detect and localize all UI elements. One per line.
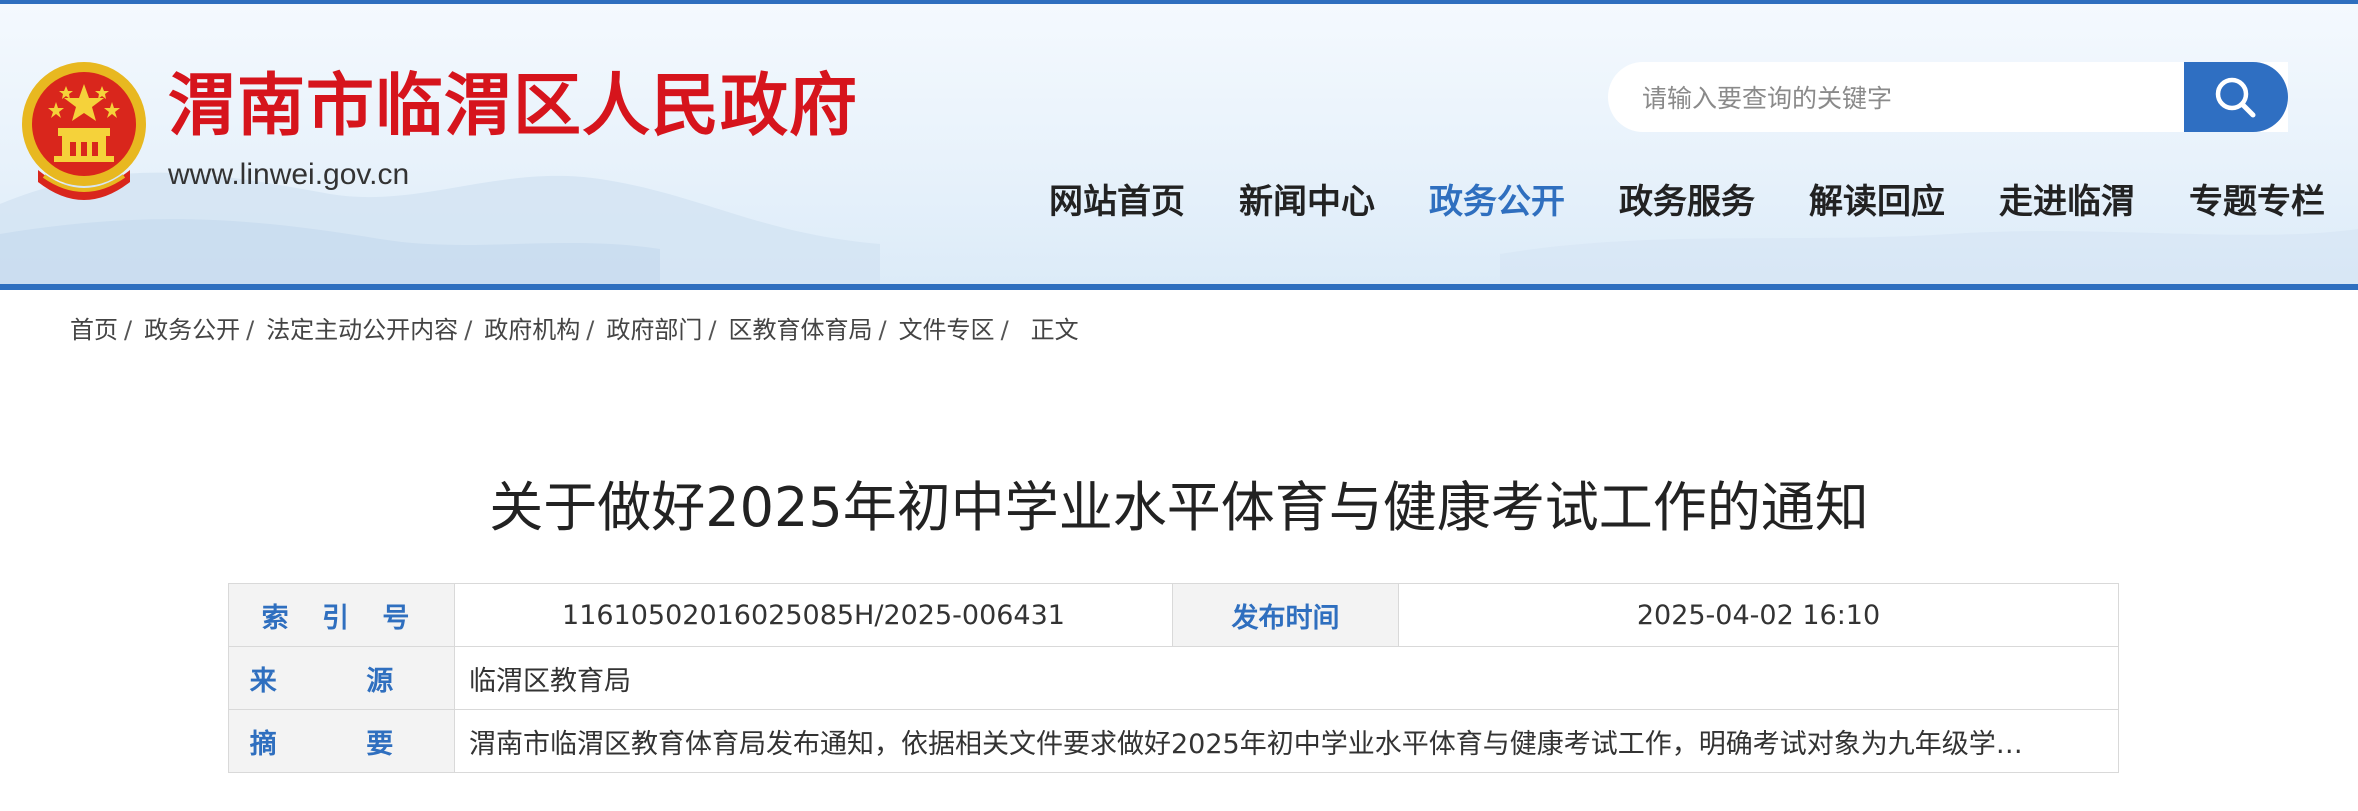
breadcrumb-separator: / (246, 316, 255, 344)
breadcrumb-separator: / (586, 316, 595, 344)
search-input[interactable] (1640, 74, 2164, 122)
breadcrumb-separator: / (708, 316, 717, 344)
nav-item-about-linwei[interactable]: 走进临渭 (1999, 174, 2135, 223)
breadcrumb-education-sports-bureau[interactable]: 区教育体育局 (728, 316, 872, 344)
site-header: 渭南市临渭区人民政府 www.linwei.gov.cn 网站首页 新闻中心 政… (0, 4, 2358, 284)
article-title: 关于做好2025年初中学业水平体育与健康考试工作的通知 (489, 476, 1869, 539)
meta-index-label: 索 引 号 (228, 583, 455, 647)
meta-summary-value: 渭南市临渭区教育体育局发布通知，依据相关文件要求做好2025年初中学业水平体育与… (454, 709, 2119, 773)
search-button[interactable] (2184, 62, 2288, 132)
breadcrumb: 首页 / 政务公开 / 法定主动公开内容 / 政府机构 / 政府部门 / 区教育体育局 / 文件专区 / 正… (70, 310, 1079, 345)
breadcrumb-government-departments[interactable]: 政府部门 (606, 316, 702, 344)
nav-item-government-services[interactable]: 政务服务 (1619, 174, 1755, 223)
meta-summary-label: 摘 要 (228, 709, 455, 773)
nav-item-interpretation[interactable]: 解读回应 (1809, 174, 1945, 223)
breadcrumb-separator: / (878, 316, 887, 344)
meta-publish-value: 2025-04-02 16:10 (1398, 583, 2119, 647)
nav-item-home[interactable]: 网站首页 (1049, 174, 1185, 223)
main-nav: 网站首页 新闻中心 政务公开 政务服务 解读回应 走进临渭 专题专栏 (0, 174, 2358, 230)
search-icon (2215, 77, 2256, 118)
meta-publish-label: 发布时间 (1172, 583, 1399, 647)
meta-row-source: 来 源 临渭区教育局 (228, 646, 2119, 710)
breadcrumb-separator: / (1000, 316, 1009, 344)
meta-row-index: 索 引 号 11610502016025085H/2025-006431 发布时… (228, 583, 2119, 647)
breadcrumb-government-institutions[interactable]: 政府机构 (484, 316, 580, 344)
breadcrumb-government-affairs[interactable]: 政务公开 (144, 316, 240, 344)
site-title: 渭南市临渭区人民政府 (168, 66, 859, 146)
meta-index-value: 11610502016025085H/2025-006431 (454, 583, 1173, 647)
breadcrumb-separator: / (124, 316, 133, 344)
breadcrumb-current: 正文 (1030, 316, 1079, 344)
article-meta-table: 索 引 号 11610502016025085H/2025-006431 发布时… (228, 583, 2119, 773)
nav-item-news-center[interactable]: 新闻中心 (1239, 174, 1375, 223)
nav-item-government-affairs[interactable]: 政务公开 (1429, 174, 1565, 223)
meta-row-summary: 摘 要 渭南市临渭区教育体育局发布通知，依据相关文件要求做好2025年初中学业水… (228, 709, 2119, 773)
meta-source-label: 来 源 (228, 646, 455, 710)
breadcrumb-documents[interactable]: 文件专区 (899, 316, 995, 344)
breadcrumb-statutory-disclosure[interactable]: 法定主动公开内容 (266, 316, 458, 344)
nav-item-special-topics[interactable]: 专题专栏 (2189, 174, 2325, 223)
breadcrumb-home[interactable]: 首页 (70, 316, 118, 344)
breadcrumb-separator: / (464, 316, 473, 344)
meta-source-value: 临渭区教育局 (454, 646, 2119, 710)
